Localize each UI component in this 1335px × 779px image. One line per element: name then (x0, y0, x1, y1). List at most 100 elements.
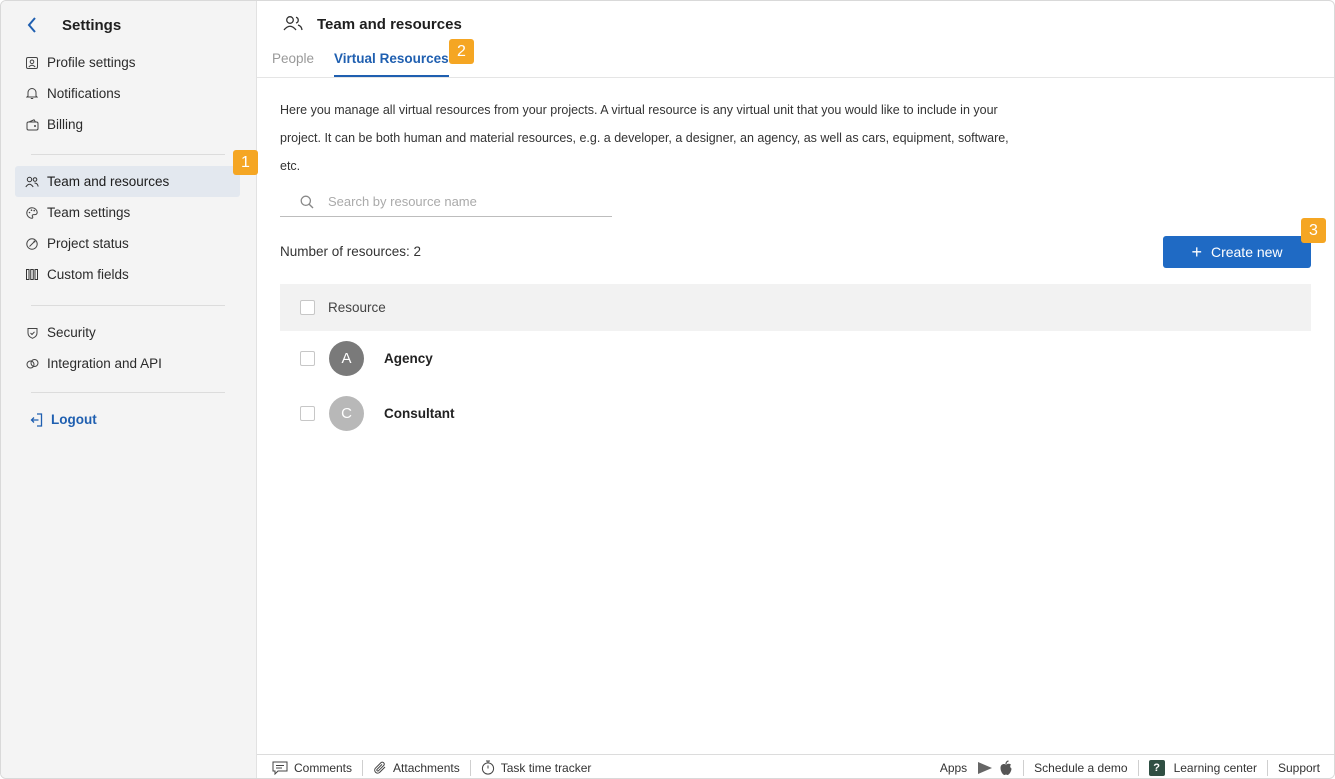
resource-name[interactable]: Agency (384, 351, 433, 366)
sidebar-item-team-and-resources[interactable]: Team and resources (15, 166, 240, 197)
plus-icon: + (1191, 242, 1202, 262)
sidebar-item-label: Project status (47, 236, 129, 251)
avatar: C (329, 396, 364, 431)
sidebar-item-label: Billing (47, 117, 84, 132)
attachments-button[interactable]: Attachments (373, 761, 460, 775)
step-marker-1: 1 (233, 150, 258, 175)
sidebar-item-label: Profile settings (47, 55, 136, 70)
stopwatch-icon (481, 760, 495, 775)
page-description: Here you manage all virtual resources fr… (280, 103, 1009, 173)
comment-icon (272, 761, 288, 775)
learning-center-link[interactable]: ? Learning center (1148, 760, 1257, 776)
apps-label: Apps (939, 761, 968, 775)
avatar: A (329, 341, 364, 376)
bell-icon (25, 87, 39, 101)
logout-link[interactable]: Logout (15, 404, 240, 435)
table-row[interactable]: C Consultant (280, 386, 1311, 441)
table-header: Resource (280, 284, 1311, 331)
sidebar-item-label: Integration and API (47, 356, 162, 371)
sidebar-item-label: Custom fields (47, 267, 129, 282)
attachments-label: Attachments (393, 760, 460, 775)
support-label: Support (1277, 761, 1320, 775)
logout-icon (29, 412, 43, 427)
logout-label: Logout (51, 412, 97, 427)
schedule-demo-label: Schedule a demo (1034, 761, 1128, 775)
page-title: Team and resources (317, 16, 462, 33)
sidebar-group-team: Team and resources Team settings Project… (15, 166, 240, 290)
status-icon (25, 237, 39, 251)
separator (1266, 760, 1268, 776)
sidebar-item-label: Team settings (47, 205, 131, 220)
sidebar-item-team-settings[interactable]: Team settings (15, 197, 240, 228)
play-store-icon[interactable] (977, 761, 993, 775)
profile-icon (25, 56, 39, 70)
separator (1023, 760, 1025, 776)
shield-icon (25, 326, 39, 340)
sidebar-divider (31, 305, 225, 306)
separator (469, 759, 471, 776)
table-row[interactable]: A Agency (280, 331, 1311, 386)
bottom-bar-right: Apps Schedule a demo ? Learning center S… (940, 755, 1320, 778)
sidebar-item-profile-settings[interactable]: Profile settings (15, 47, 240, 78)
sidebar-header: Settings (23, 13, 121, 37)
search-icon (300, 195, 320, 209)
tab-people[interactable]: People (272, 51, 314, 75)
support-link[interactable]: Support (1278, 761, 1320, 775)
sidebar-item-label: Security (47, 325, 96, 340)
search-input[interactable] (328, 194, 608, 209)
sidebar-group-logout: Logout (15, 404, 240, 435)
columns-icon (25, 268, 39, 282)
sidebar-item-billing[interactable]: Billing (15, 109, 240, 140)
team-icon (25, 175, 39, 189)
row-checkbox[interactable] (300, 351, 315, 366)
step-marker-2: 2 (449, 39, 474, 64)
sidebar-title: Settings (62, 16, 122, 34)
sidebar-group-account: Profile settings Notifications Billing (15, 47, 240, 140)
row-checkbox[interactable] (300, 406, 315, 421)
link-icon (25, 357, 39, 371)
apps-link[interactable]: Apps (940, 760, 1013, 776)
billing-icon (25, 118, 39, 132)
back-arrow-icon[interactable] (23, 14, 41, 36)
create-new-button[interactable]: + Create new (1163, 236, 1311, 268)
resource-name[interactable]: Consultant (384, 406, 455, 421)
resources-table: Resource A Agency C Consultant (280, 284, 1311, 441)
separator (1137, 760, 1139, 776)
sidebar-item-custom-fields[interactable]: Custom fields (15, 259, 240, 290)
help-icon: ? (1148, 760, 1165, 776)
task-time-tracker-button[interactable]: Task time tracker (481, 760, 592, 775)
tab-bar: People Virtual Resources (272, 51, 469, 77)
sidebar-item-project-status[interactable]: Project status (15, 228, 240, 259)
select-all-checkbox[interactable] (300, 300, 315, 315)
palette-icon (25, 206, 39, 220)
tab-virtual-resources[interactable]: Virtual Resources (334, 51, 449, 77)
sidebar-item-notifications[interactable]: Notifications (15, 78, 240, 109)
comments-button[interactable]: Comments (272, 761, 352, 775)
create-new-label: Create new (1210, 244, 1283, 260)
bottom-bar: Comments Attachments Task time tracker A… (257, 754, 1334, 778)
sidebar-item-label: Notifications (47, 86, 121, 101)
sidebar-item-integration-and-api[interactable]: Integration and API (15, 348, 240, 379)
paperclip-icon (373, 761, 387, 775)
page-header: Team and resources (283, 15, 462, 34)
team-icon (283, 15, 303, 34)
learning-center-label: Learning center (1173, 761, 1257, 775)
comments-label: Comments (294, 760, 353, 775)
sidebar-divider (31, 392, 225, 393)
app-window: Settings Profile settings Notifications … (0, 0, 1335, 779)
sidebar-item-label: Team and resources (47, 174, 170, 189)
separator (362, 759, 364, 776)
sidebar-item-security[interactable]: Security (15, 317, 240, 348)
search-box (280, 187, 612, 217)
schedule-demo-link[interactable]: Schedule a demo (1034, 761, 1127, 775)
sidebar-group-system: Security Integration and API (15, 317, 240, 379)
tracker-label: Task time tracker (500, 760, 592, 775)
main-content: Team and resources People Virtual Resour… (257, 1, 1334, 754)
resource-count: Number of resources: 2 (280, 244, 422, 259)
header-divider (257, 77, 1334, 78)
column-header-resource: Resource (328, 300, 386, 315)
step-marker-3: 3 (1301, 218, 1326, 243)
sidebar-divider (31, 154, 225, 155)
apple-icon[interactable] (999, 760, 1013, 776)
settings-sidebar: Settings Profile settings Notifications … (1, 1, 258, 778)
